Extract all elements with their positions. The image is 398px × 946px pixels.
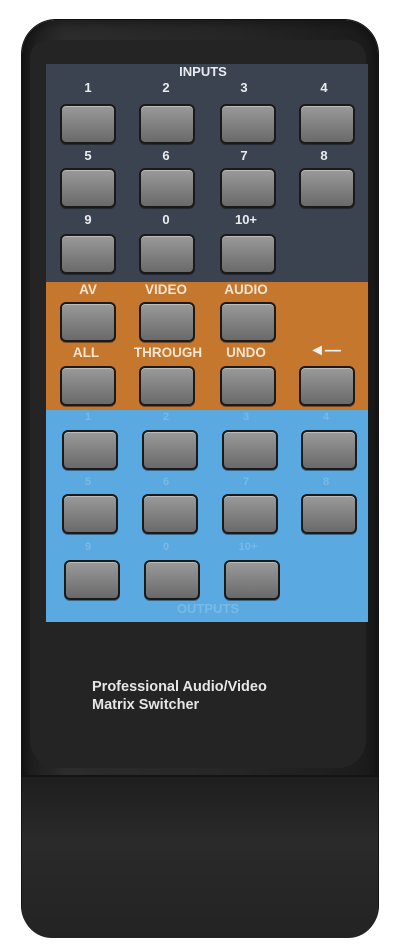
input-6-button[interactable]	[139, 168, 195, 208]
mode-label-all: ALL	[72, 345, 100, 360]
input-8-button[interactable]	[299, 168, 355, 208]
input-label-4: 4	[320, 80, 328, 95]
output-8-button[interactable]	[301, 494, 357, 534]
input-9-button[interactable]	[60, 234, 116, 274]
input-label-7: 7	[240, 148, 248, 163]
output-3-button[interactable]	[222, 430, 278, 470]
output-9-button[interactable]	[64, 560, 120, 600]
mode-label-through: THROUGH	[133, 345, 203, 360]
input-3-button[interactable]	[220, 104, 276, 144]
back-arrow-icon: ◄—	[309, 342, 341, 359]
output-label-6: 6	[162, 476, 170, 488]
input-10plus-button[interactable]	[220, 234, 276, 274]
input-label-5: 5	[84, 148, 92, 163]
inputs-title: INPUTS	[179, 64, 227, 79]
brand-text: Professional Audio/Video Matrix Switcher	[92, 678, 267, 714]
input-4-button[interactable]	[299, 104, 355, 144]
output-label-9: 9	[84, 541, 92, 553]
av-button[interactable]	[60, 302, 116, 342]
brand-line-2: Matrix Switcher	[92, 697, 200, 713]
output-label-10plus: 10+	[238, 541, 258, 553]
back-button[interactable]	[299, 366, 355, 406]
input-label-8: 8	[320, 148, 328, 163]
input-label-0: 0	[162, 212, 170, 227]
output-10plus-button[interactable]	[224, 560, 280, 600]
input-0-button[interactable]	[139, 234, 195, 274]
outputs-title: OUTPUTS	[176, 601, 240, 616]
mode-label-video: VIDEO	[144, 282, 187, 297]
output-5-button[interactable]	[62, 494, 118, 534]
mode-label-audio: AUDIO	[224, 282, 268, 297]
input-7-button[interactable]	[220, 168, 276, 208]
output-2-button[interactable]	[142, 430, 198, 470]
brand-line-1: Professional Audio/Video	[92, 679, 267, 695]
audio-button[interactable]	[220, 302, 276, 342]
output-6-button[interactable]	[142, 494, 198, 534]
input-label-6: 6	[162, 148, 170, 163]
output-label-1: 1	[84, 411, 92, 423]
input-2-button[interactable]	[139, 104, 195, 144]
output-label-0: 0	[162, 541, 170, 553]
video-button[interactable]	[139, 302, 195, 342]
input-label-1: 1	[84, 80, 92, 95]
input-label-10plus: 10+	[234, 212, 258, 227]
input-1-button[interactable]	[60, 104, 116, 144]
undo-button[interactable]	[220, 366, 276, 406]
input-label-9: 9	[84, 212, 92, 227]
output-label-4: 4	[322, 411, 330, 423]
remote-lower-grip	[22, 775, 378, 938]
through-button[interactable]	[139, 366, 195, 406]
output-label-3: 3	[242, 411, 250, 423]
mode-label-undo: UNDO	[226, 345, 266, 360]
output-label-8: 8	[322, 476, 330, 488]
input-label-2: 2	[162, 80, 170, 95]
output-1-button[interactable]	[62, 430, 118, 470]
output-label-7: 7	[242, 476, 250, 488]
input-label-3: 3	[240, 80, 248, 95]
output-0-button[interactable]	[144, 560, 200, 600]
input-5-button[interactable]	[60, 168, 116, 208]
output-4-button[interactable]	[301, 430, 357, 470]
output-label-5: 5	[84, 476, 92, 488]
output-7-button[interactable]	[222, 494, 278, 534]
all-button[interactable]	[60, 366, 116, 406]
mode-label-av: AV	[79, 282, 97, 297]
output-label-2: 2	[162, 411, 170, 423]
